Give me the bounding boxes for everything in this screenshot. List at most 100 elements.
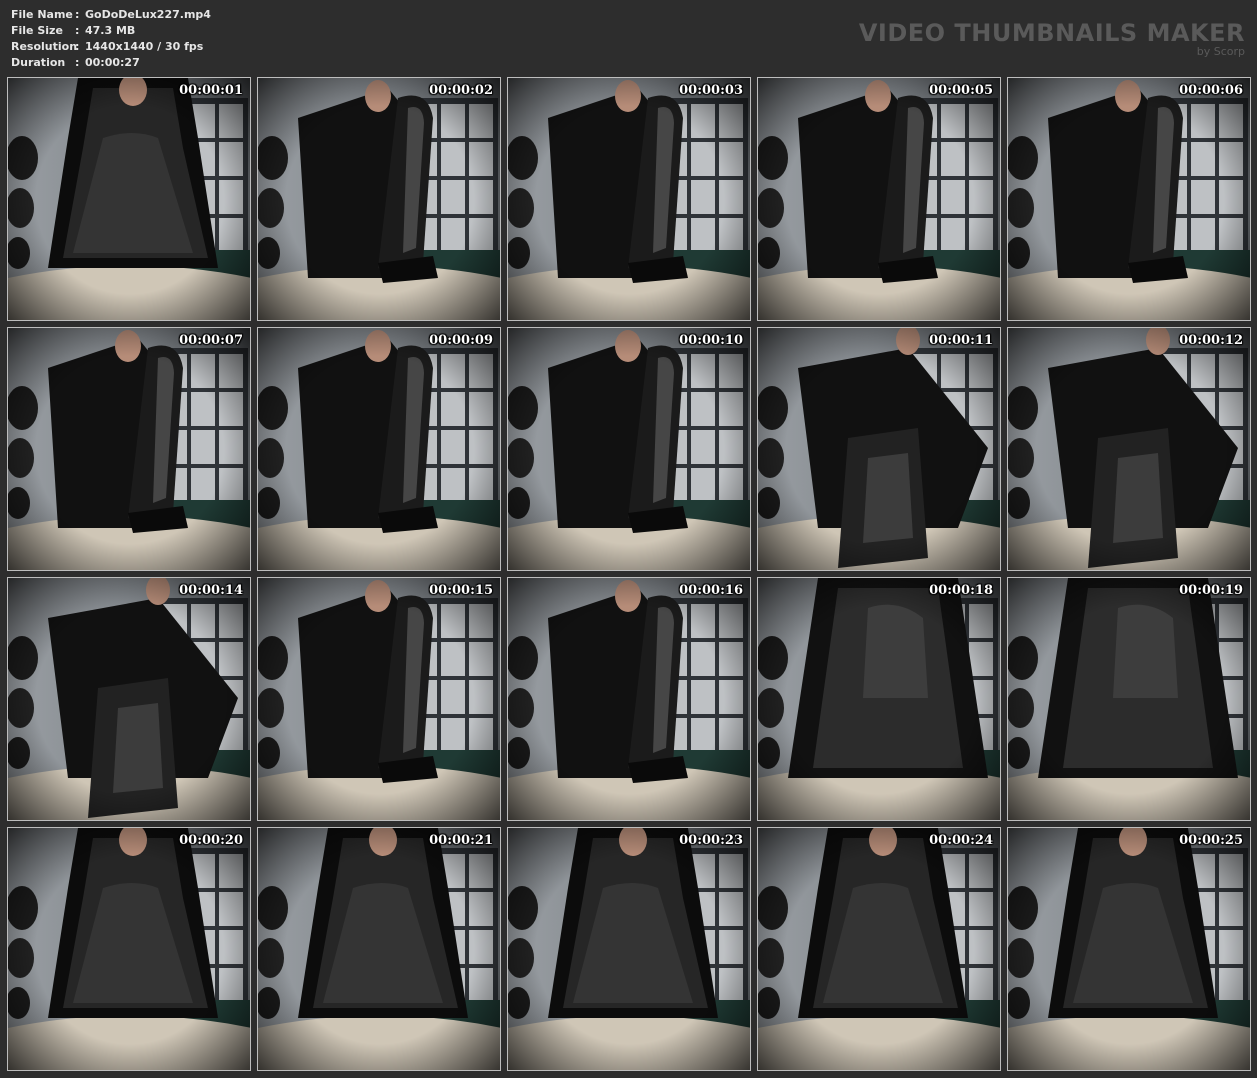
info-separator: : bbox=[75, 40, 80, 53]
thumbnail-image bbox=[258, 328, 500, 570]
info-row-file-name: File Name : GoDoDeLux227.mp4 bbox=[11, 7, 211, 23]
vignette bbox=[258, 578, 500, 820]
thumbnail-timestamp: 00:00:23 bbox=[679, 833, 743, 848]
vignette bbox=[758, 578, 1000, 820]
thumbnail-image bbox=[1008, 328, 1250, 570]
contact-sheet: File Name : GoDoDeLux227.mp4 File Size :… bbox=[0, 0, 1257, 1078]
info-separator: : bbox=[75, 24, 80, 37]
info-separator: : bbox=[75, 8, 80, 21]
info-value: GoDoDeLux227.mp4 bbox=[85, 8, 211, 21]
vignette bbox=[758, 328, 1000, 570]
thumbnail-image bbox=[758, 78, 1000, 320]
vignette bbox=[8, 828, 250, 1070]
thumbnail-frame[interactable]: 00:00:12 bbox=[1007, 327, 1251, 571]
thumbnail-timestamp: 00:00:10 bbox=[679, 333, 743, 348]
thumbnail-timestamp: 00:00:05 bbox=[929, 83, 993, 98]
thumbnail-image bbox=[258, 828, 500, 1070]
thumbnail-timestamp: 00:00:15 bbox=[429, 583, 493, 598]
info-value: 47.3 MB bbox=[85, 24, 136, 37]
vignette bbox=[8, 578, 250, 820]
file-info: File Name : GoDoDeLux227.mp4 File Size :… bbox=[11, 7, 211, 71]
thumbnail-timestamp: 00:00:07 bbox=[179, 333, 243, 348]
thumbnail-timestamp: 00:00:09 bbox=[429, 333, 493, 348]
vignette bbox=[1008, 578, 1250, 820]
thumbnail-frame[interactable]: 00:00:24 bbox=[757, 827, 1001, 1071]
vignette bbox=[1008, 828, 1250, 1070]
thumbnail-timestamp: 00:00:24 bbox=[929, 833, 993, 848]
thumbnail-frame[interactable]: 00:00:07 bbox=[7, 327, 251, 571]
thumbnail-timestamp: 00:00:19 bbox=[1179, 583, 1243, 598]
thumbnail-image bbox=[758, 578, 1000, 820]
vignette bbox=[258, 328, 500, 570]
thumbnail-frame[interactable]: 00:00:02 bbox=[257, 77, 501, 321]
thumbnail-frame[interactable]: 00:00:11 bbox=[757, 327, 1001, 571]
info-value: 00:00:27 bbox=[85, 56, 140, 69]
vignette bbox=[1008, 328, 1250, 570]
thumbnail-frame[interactable]: 00:00:01 bbox=[7, 77, 251, 321]
vignette bbox=[508, 328, 750, 570]
vignette bbox=[758, 78, 1000, 320]
thumbnail-timestamp: 00:00:03 bbox=[679, 83, 743, 98]
thumbnail-frame[interactable]: 00:00:16 bbox=[507, 577, 751, 821]
thumbnail-frame[interactable]: 00:00:03 bbox=[507, 77, 751, 321]
thumbnail-grid: 00:00:01 00:00:02 00:00:03 00:00:05 00:00:06… bbox=[7, 77, 1251, 1072]
thumbnail-frame[interactable]: 00:00:21 bbox=[257, 827, 501, 1071]
vignette bbox=[258, 828, 500, 1070]
thumbnail-image bbox=[758, 828, 1000, 1070]
thumbnail-frame[interactable]: 00:00:19 bbox=[1007, 577, 1251, 821]
vignette bbox=[1008, 78, 1250, 320]
thumbnail-image bbox=[508, 578, 750, 820]
thumbnail-image bbox=[508, 828, 750, 1070]
thumbnail-image bbox=[758, 328, 1000, 570]
thumbnail-image bbox=[1008, 78, 1250, 320]
thumbnail-image bbox=[8, 78, 250, 320]
thumbnail-frame[interactable]: 00:00:18 bbox=[757, 577, 1001, 821]
info-label: File Size bbox=[11, 24, 63, 37]
thumbnail-timestamp: 00:00:25 bbox=[1179, 833, 1243, 848]
thumbnail-timestamp: 00:00:16 bbox=[679, 583, 743, 598]
thumbnail-timestamp: 00:00:02 bbox=[429, 83, 493, 98]
thumbnail-frame[interactable]: 00:00:06 bbox=[1007, 77, 1251, 321]
vignette bbox=[508, 828, 750, 1070]
info-label: Resolution bbox=[11, 40, 78, 53]
vignette bbox=[258, 78, 500, 320]
thumbnail-timestamp: 00:00:18 bbox=[929, 583, 993, 598]
brand-logo: VIDEO THUMBNAILS MAKER by Scorp bbox=[859, 20, 1245, 58]
thumbnail-timestamp: 00:00:20 bbox=[179, 833, 243, 848]
thumbnail-frame[interactable]: 00:00:09 bbox=[257, 327, 501, 571]
thumbnail-image bbox=[8, 328, 250, 570]
info-row-file-size: File Size : 47.3 MB bbox=[11, 23, 211, 39]
thumbnail-timestamp: 00:00:12 bbox=[1179, 333, 1243, 348]
thumbnail-image bbox=[1008, 578, 1250, 820]
info-row-resolution: Resolution : 1440x1440 / 30 fps bbox=[11, 39, 211, 55]
thumbnail-image bbox=[508, 328, 750, 570]
thumbnail-frame[interactable]: 00:00:23 bbox=[507, 827, 751, 1071]
thumbnail-frame[interactable]: 00:00:15 bbox=[257, 577, 501, 821]
info-row-duration: Duration : 00:00:27 bbox=[11, 55, 211, 71]
thumbnail-timestamp: 00:00:14 bbox=[179, 583, 243, 598]
vignette bbox=[508, 78, 750, 320]
thumbnail-timestamp: 00:00:01 bbox=[179, 83, 243, 98]
thumbnail-timestamp: 00:00:21 bbox=[429, 833, 493, 848]
thumbnail-image bbox=[8, 828, 250, 1070]
thumbnail-image bbox=[508, 78, 750, 320]
brand-subtitle: by Scorp bbox=[1196, 45, 1245, 58]
thumbnail-frame[interactable]: 00:00:05 bbox=[757, 77, 1001, 321]
brand-title: VIDEO THUMBNAILS MAKER bbox=[858, 19, 1245, 47]
info-label: Duration bbox=[11, 56, 66, 69]
thumbnail-image bbox=[258, 578, 500, 820]
thumbnail-frame[interactable]: 00:00:10 bbox=[507, 327, 751, 571]
thumbnail-image bbox=[1008, 828, 1250, 1070]
header: File Name : GoDoDeLux227.mp4 File Size :… bbox=[0, 0, 1257, 76]
thumbnail-frame[interactable]: 00:00:25 bbox=[1007, 827, 1251, 1071]
vignette bbox=[508, 578, 750, 820]
info-value: 1440x1440 / 30 fps bbox=[85, 40, 204, 53]
info-label: File Name bbox=[11, 8, 73, 21]
info-separator: : bbox=[75, 56, 80, 69]
thumbnail-frame[interactable]: 00:00:20 bbox=[7, 827, 251, 1071]
thumbnail-frame[interactable]: 00:00:14 bbox=[7, 577, 251, 821]
vignette bbox=[8, 78, 250, 320]
thumbnail-timestamp: 00:00:11 bbox=[929, 333, 993, 348]
thumbnail-image bbox=[8, 578, 250, 820]
thumbnail-timestamp: 00:00:06 bbox=[1179, 83, 1243, 98]
